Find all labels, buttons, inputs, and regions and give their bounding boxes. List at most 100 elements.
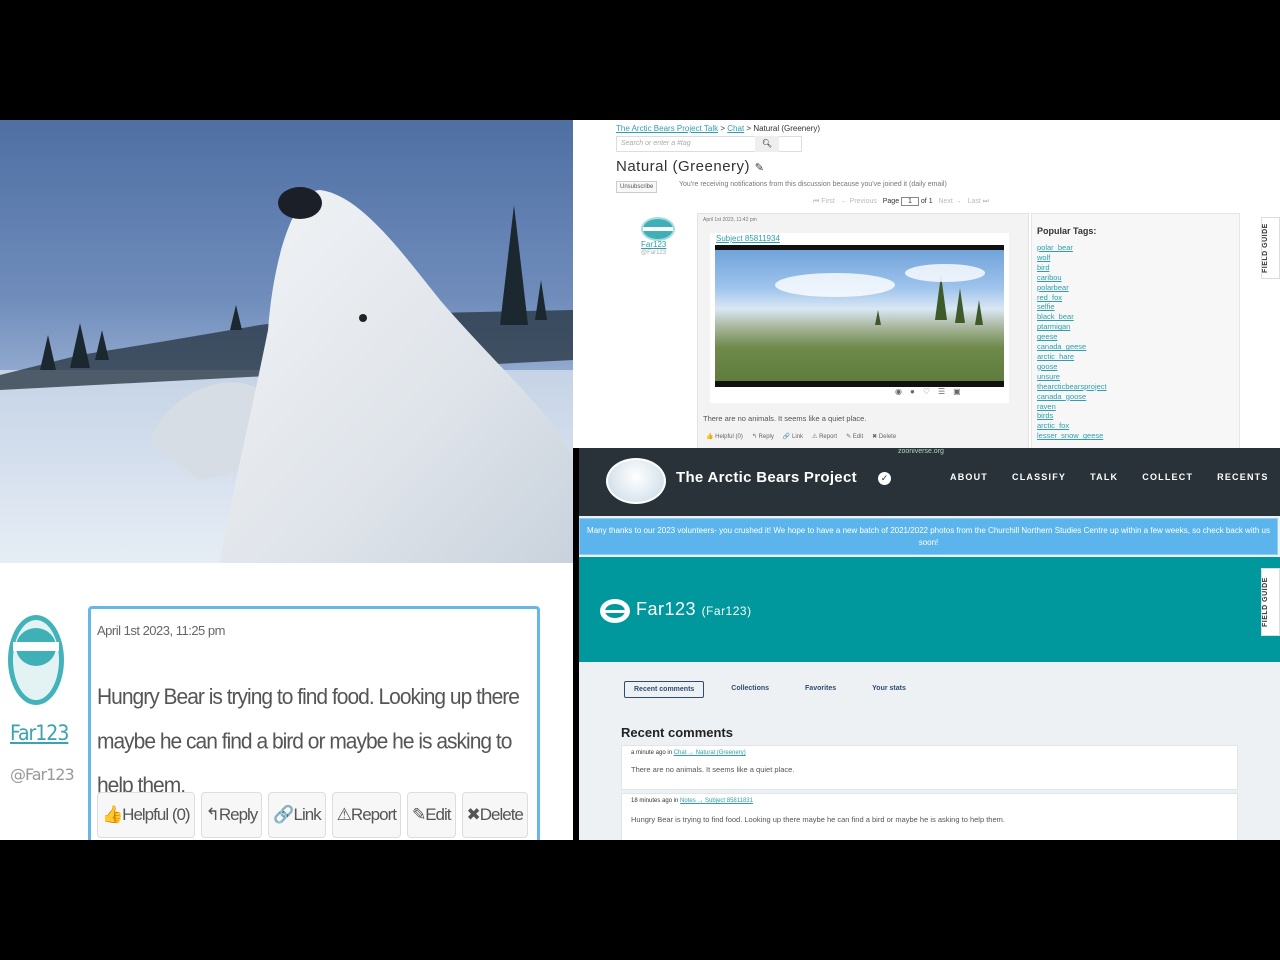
profile-name: Far123 (Far123) <box>636 599 752 619</box>
nav-talk[interactable]: TALK <box>1090 472 1118 482</box>
tab-favorites[interactable]: Favorites <box>796 681 845 698</box>
report-button[interactable]: ⚠ Report <box>812 433 837 440</box>
subject-image[interactable] <box>715 245 1004 387</box>
page-title: Natural (Greenery) ✎ <box>616 158 765 175</box>
edit-button[interactable]: ✎Edit <box>406 792 456 838</box>
heart-icon[interactable]: ♡ <box>923 387 938 396</box>
unsubscribe-button[interactable]: Unsubscribe <box>616 181 658 193</box>
tab-recent-comments[interactable]: Recent comments <box>624 681 705 698</box>
url-bar: zooniverse.org <box>898 448 944 455</box>
field-guide-tab[interactable]: FIELD GUIDE <box>1261 568 1280 636</box>
tab-your-stats[interactable]: Your stats <box>863 681 915 698</box>
tag-link[interactable]: ptarmigan <box>1037 322 1070 331</box>
tag-link[interactable]: thearcticbearsproject <box>1037 382 1107 391</box>
tab-collections[interactable]: Collections <box>722 681 778 698</box>
comment-text: Hungry Bear is trying to find food. Look… <box>631 815 1005 824</box>
project-nav: ABOUT CLASSIFY TALK COLLECT RECENTS <box>950 472 1269 482</box>
tag-link[interactable]: unsure <box>1037 372 1060 381</box>
tag-link[interactable]: red_fox <box>1037 293 1062 302</box>
avatar[interactable] <box>641 217 675 241</box>
link-button[interactable]: 🔗Link <box>268 792 326 838</box>
next-page-button[interactable]: Next → <box>938 198 961 205</box>
view-icon[interactable]: ● <box>910 387 923 396</box>
delete-button[interactable]: ✖Delete <box>461 792 528 838</box>
comment-actions: 👍 Helpful (0) ↰ Reply 🔗 Link ⚠ Report ✎ … <box>706 433 896 440</box>
reply-button[interactable]: ↰ Reply <box>752 433 774 440</box>
polar-bear-photo <box>0 120 573 563</box>
first-page-button[interactable]: ⏮ First <box>813 198 835 205</box>
nav-about[interactable]: ABOUT <box>950 472 988 482</box>
subscription-notice: You're receiving notifications from this… <box>679 181 947 188</box>
tag-link[interactable]: arctic_fox <box>1037 421 1069 430</box>
helpful-button[interactable]: 👍Helpful (0) <box>97 792 195 838</box>
polar-bear-illustration <box>0 187 573 563</box>
link-button[interactable]: 🔗 Link <box>783 433 803 440</box>
comment-body: There are no animals. It seems like a qu… <box>703 414 867 423</box>
project-logo[interactable] <box>606 458 666 504</box>
tag-link[interactable]: bird <box>1037 263 1050 272</box>
tag-link[interactable]: lesser_snow_geese <box>1037 431 1103 440</box>
breadcrumb-chat-link[interactable]: Chat <box>727 124 744 133</box>
tag-link[interactable]: raven <box>1037 402 1056 411</box>
comment-box: April 1st 2023, 11:42 pm Subject 8581193… <box>697 213 1029 448</box>
tag-link[interactable]: polar_bear <box>1037 243 1073 252</box>
user-handle: @Far123 <box>10 765 75 784</box>
section-heading: Recent comments <box>621 725 733 740</box>
project-title[interactable]: The Arctic Bears Project <box>676 469 857 486</box>
edit-button[interactable]: ✎ Edit <box>846 433 863 440</box>
breadcrumb: The Arctic Bears Project Talk > Chat > N… <box>616 124 820 133</box>
tag-link[interactable]: caribou <box>1037 273 1062 282</box>
list-item: a minute ago in Chat → Natural (Greenery… <box>621 745 1238 790</box>
comment-context-link[interactable]: Notes → Subject 85811831 <box>680 798 753 804</box>
tag-link[interactable]: goose <box>1037 362 1057 371</box>
comment-body: Hungry Bear is trying to find food. Look… <box>97 685 520 798</box>
tag-link[interactable]: wolf <box>1037 253 1050 262</box>
popular-tags-list: polar_bear wolf bird caribou polarbear r… <box>1037 243 1107 441</box>
report-button[interactable]: ⚠Report <box>331 792 401 838</box>
nav-collect[interactable]: COLLECT <box>1142 472 1193 482</box>
subject-preview: Subject 85811934 ◉●♡☰▣ <box>710 233 1009 403</box>
tag-link[interactable]: selfie <box>1037 302 1055 311</box>
comment-date: April 1st 2023, 11:25 pm <box>97 623 225 638</box>
popular-tags-panel: Popular Tags: polar_bear wolf bird carib… <box>1031 213 1240 448</box>
delete-button[interactable]: ✖ Delete <box>872 433 896 440</box>
project-header: zooniverse.org The Arctic Bears Project … <box>579 448 1280 516</box>
tag-link[interactable]: black_bear <box>1037 312 1074 321</box>
username-link[interactable]: Far123 <box>10 721 69 745</box>
image-icon[interactable]: ▣ <box>953 387 969 396</box>
comment-context-link[interactable]: Chat → Natural (Greenery) <box>674 750 746 756</box>
comment-date: April 1st 2023, 11:42 pm <box>703 217 757 223</box>
avatar[interactable] <box>8 615 64 705</box>
zoomed-comment-panel: Far123 @Far123 April 1st 2023, 11:25 pm … <box>0 563 573 840</box>
profile-login: (Far123) <box>701 604 752 618</box>
comment-text: There are no animals. It seems like a qu… <box>631 765 795 774</box>
pagination: ⏮ First ← Previous Page 1 of 1 Next → La… <box>813 197 990 206</box>
comment-actions: 👍Helpful (0) ↰Reply 🔗Link ⚠Report ✎Edit … <box>97 792 528 838</box>
avatar <box>600 599 630 623</box>
profile-hero: Far123 (Far123) <box>579 557 1280 662</box>
username-link[interactable]: Far123 <box>641 240 666 249</box>
eye-icon[interactable]: ◉ <box>895 387 910 396</box>
reply-button[interactable]: ↰Reply <box>200 792 263 838</box>
tag-link[interactable]: polarbear <box>1037 283 1069 292</box>
popular-tags-heading: Popular Tags: <box>1037 226 1097 236</box>
announcement-banner: Many thanks to our 2023 volunteers- you … <box>579 518 1278 555</box>
tag-link[interactable]: birds <box>1037 411 1053 420</box>
field-guide-tab[interactable]: FIELD GUIDE <box>1261 217 1280 279</box>
edit-pencil-icon[interactable]: ✎ <box>755 162 765 174</box>
last-page-button[interactable]: Last ⏭ <box>968 198 989 205</box>
breadcrumb-talk-link[interactable]: The Arctic Bears Project Talk <box>616 124 718 133</box>
list-icon[interactable]: ☰ <box>938 387 953 396</box>
page-number-input[interactable]: 1 <box>901 197 919 206</box>
helpful-button[interactable]: 👍 Helpful (0) <box>706 433 743 440</box>
nav-classify[interactable]: CLASSIFY <box>1012 472 1066 482</box>
previous-page-button[interactable]: ← Previous <box>841 198 877 205</box>
tag-link[interactable]: arctic_hare <box>1037 352 1074 361</box>
tag-link[interactable]: canada_geese <box>1037 342 1086 351</box>
subject-link[interactable]: Subject 85811934 <box>716 234 780 243</box>
nav-recents[interactable]: RECENTS <box>1217 472 1268 482</box>
profile-tabs: Recent comments Collections Favorites Yo… <box>624 681 915 698</box>
search-icon[interactable]: 🔍︎ <box>755 136 779 152</box>
tag-link[interactable]: canada_goose <box>1037 392 1086 401</box>
tag-link[interactable]: geese <box>1037 332 1057 341</box>
